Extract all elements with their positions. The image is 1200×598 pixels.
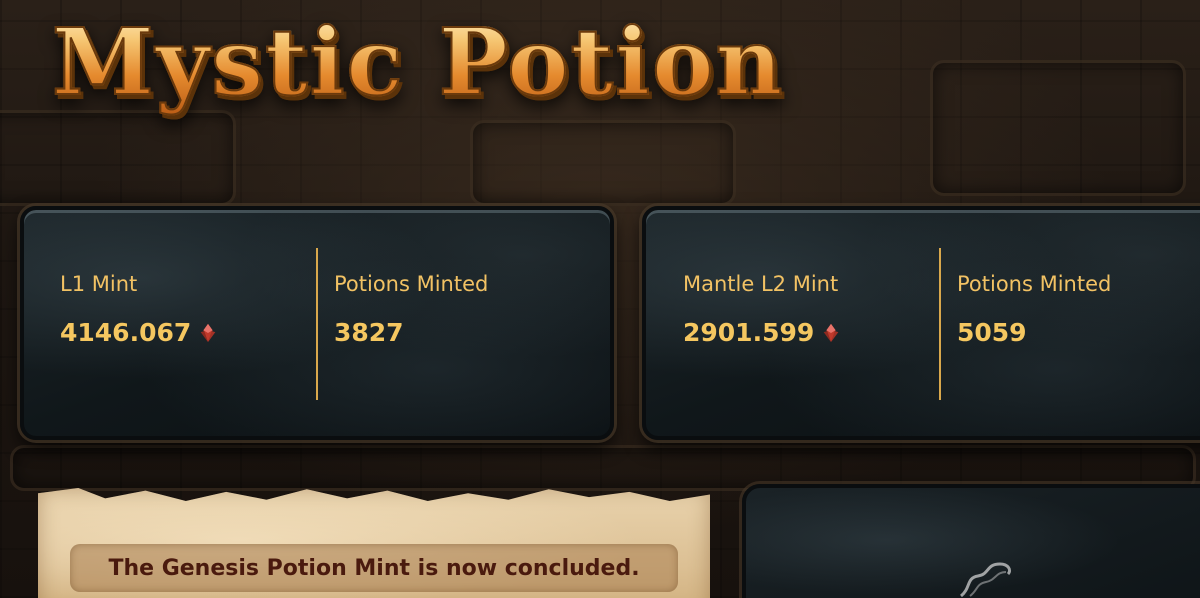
l2-card-divider xyxy=(939,248,941,400)
l1-mint-value: 4146.067 xyxy=(60,318,192,347)
l2-mint-label: Mantle L2 Mint xyxy=(683,272,839,296)
gem-icon xyxy=(200,323,216,342)
parchment-panel: The Genesis Potion Mint is now concluded… xyxy=(38,488,710,598)
l1-potions-minted-label: Potions Minted xyxy=(334,272,489,296)
l1-mint-card: L1 Mint 4146.067 Potions Minted 3827 xyxy=(20,206,614,440)
stone-relief-center xyxy=(470,120,736,206)
page: Mystic Potion L1 Mint 4146.067 Potions M… xyxy=(0,0,1200,598)
l1-mint-label: L1 Mint xyxy=(60,272,138,296)
stone-relief-right xyxy=(930,60,1186,196)
l1-potions-minted-value: 3827 xyxy=(334,318,404,347)
stone-relief-left xyxy=(0,110,236,206)
mint-concluded-text: The Genesis Potion Mint is now concluded… xyxy=(108,555,640,581)
potion-preview-panel xyxy=(742,484,1200,598)
l1-mint-value-row: 4146.067 xyxy=(60,318,219,347)
l2-mint-value-row: 2901.599 xyxy=(683,318,842,347)
mint-concluded-notice: The Genesis Potion Mint is now concluded… xyxy=(70,544,678,592)
l2-mint-value: 2901.599 xyxy=(683,318,815,347)
l2-mint-stat: Mantle L2 Mint 2901.599 xyxy=(683,272,842,347)
l1-card-divider xyxy=(316,248,318,400)
smoke-icon xyxy=(959,562,1012,598)
l1-mint-stat: L1 Mint 4146.067 xyxy=(60,272,219,347)
app-title: Mystic Potion xyxy=(51,7,785,117)
l2-potions-minted-stat: Potions Minted 5059 xyxy=(957,272,1111,347)
l2-mint-card: Mantle L2 Mint 2901.599 Potions Minted 5… xyxy=(642,206,1200,440)
l2-potions-minted-value: 5059 xyxy=(957,318,1027,347)
l1-potions-minted-stat: Potions Minted 3827 xyxy=(334,272,488,347)
l2-potions-minted-label: Potions Minted xyxy=(957,272,1112,296)
gem-icon xyxy=(823,323,839,342)
